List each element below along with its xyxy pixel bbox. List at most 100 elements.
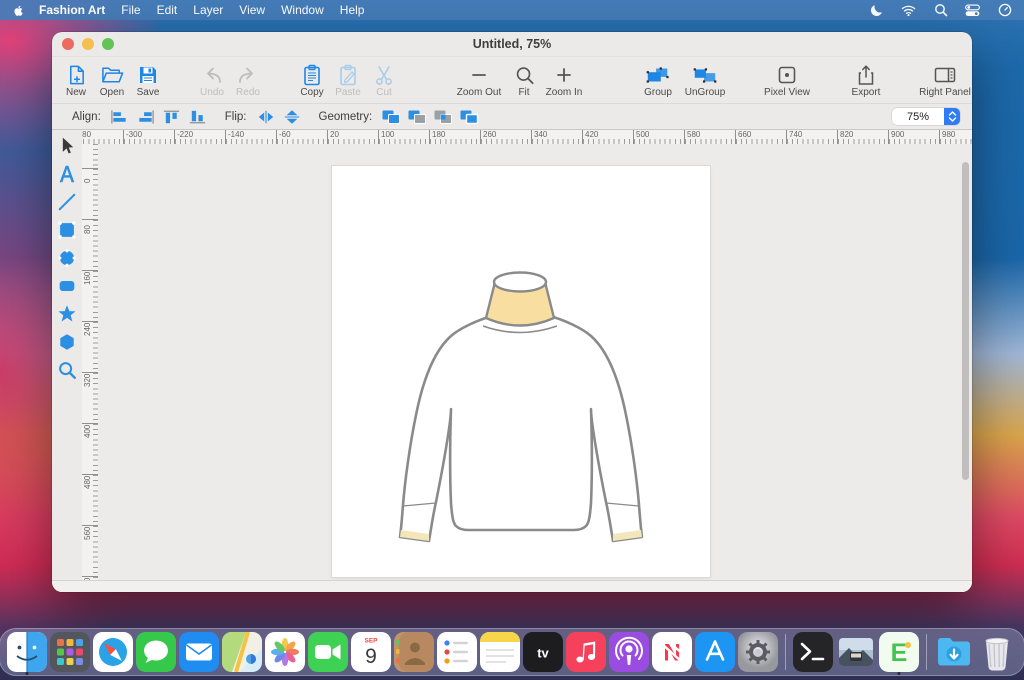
dock-launchpad[interactable] <box>50 632 90 672</box>
dock-maps[interactable] <box>222 632 262 672</box>
subtract-button[interactable] <box>405 108 429 126</box>
dock-contacts[interactable] <box>394 632 434 672</box>
dock-notes[interactable] <box>480 632 520 672</box>
group-button[interactable]: Group <box>640 63 676 98</box>
dock-messages[interactable] <box>136 632 176 672</box>
zoom-out-button[interactable]: Zoom Out <box>461 63 497 98</box>
star-tool[interactable] <box>54 302 80 326</box>
apple-menu-icon[interactable] <box>12 4 25 17</box>
align-left-button[interactable] <box>108 108 132 126</box>
h-ruler-tick: -220 <box>174 130 225 144</box>
cut-icon <box>374 63 394 87</box>
dock-system-preferences[interactable] <box>738 632 778 672</box>
export-button[interactable]: Export <box>848 63 884 98</box>
pixel-view-icon <box>776 63 798 87</box>
copy-button[interactable]: Copy <box>294 63 330 98</box>
control-center-icon[interactable] <box>965 3 980 18</box>
cut-label: Cut <box>376 87 392 98</box>
dock-app-store[interactable] <box>695 632 735 672</box>
vertical-scrollbar[interactable] <box>962 162 969 480</box>
zoom-tool[interactable] <box>54 358 80 382</box>
dock-tv[interactable]: tv <box>523 632 563 672</box>
right-panel-button[interactable]: Right Panel <box>927 63 963 98</box>
dock-photos[interactable] <box>265 632 305 672</box>
collar-opening <box>494 273 546 292</box>
menu-bar: Fashion Art File Edit Layer View Window Help <box>0 0 1024 20</box>
dock-news[interactable]: N <box>652 632 692 672</box>
do-not-disturb-icon[interactable] <box>869 3 884 18</box>
siri-icon[interactable] <box>997 3 1012 18</box>
menu-file[interactable]: File <box>121 3 140 17</box>
polygon-tool[interactable] <box>54 330 80 354</box>
menu-window[interactable]: Window <box>281 3 324 17</box>
dock-terminal[interactable] <box>793 632 833 672</box>
new-button[interactable]: New <box>58 63 94 98</box>
v-ruler-tick: 80 <box>82 219 98 270</box>
dock-finder[interactable] <box>7 632 47 672</box>
align-bottom-button[interactable] <box>186 108 210 126</box>
h-ruler-tick: 500 <box>633 130 684 144</box>
main-toolbar: NewOpenSaveUndoRedoCopyPasteCutZoom OutF… <box>52 57 972 104</box>
dock-safari[interactable] <box>93 632 133 672</box>
zoom-in-icon <box>554 63 574 87</box>
h-ruler-tick: 420 <box>582 130 633 144</box>
menu-layer[interactable]: Layer <box>193 3 223 17</box>
menu-help[interactable]: Help <box>340 3 365 17</box>
dock-music[interactable] <box>566 632 606 672</box>
v-ruler-tick: 160 <box>82 270 98 321</box>
open-label: Open <box>100 87 124 98</box>
flip-horizontal-button[interactable] <box>254 108 278 126</box>
h-ruler-tick: -140 <box>225 130 276 144</box>
rectangle-tool[interactable] <box>54 218 80 242</box>
dock-podcasts[interactable] <box>609 632 649 672</box>
spotlight-icon[interactable] <box>933 3 948 18</box>
v-ruler-tick: 240 <box>82 321 98 372</box>
open-button[interactable]: Open <box>94 63 130 98</box>
turtleneck-sweater-drawing[interactable] <box>332 166 710 577</box>
wifi-icon[interactable] <box>901 3 916 18</box>
dock-reminders[interactable] <box>437 632 477 672</box>
pixel-view-button[interactable]: Pixel View <box>769 63 805 98</box>
rounded-rect-tool[interactable] <box>54 274 80 298</box>
svg-text:SEP: SEP <box>364 638 378 645</box>
zoom-level-select[interactable]: 75% <box>892 108 960 125</box>
title-bar[interactable]: Untitled, 75% <box>52 32 972 57</box>
artboard[interactable] <box>332 166 710 577</box>
dock-trash[interactable] <box>977 632 1017 672</box>
exclude-button[interactable] <box>457 108 481 126</box>
dock-facetime[interactable] <box>308 632 348 672</box>
new-label: New <box>66 87 86 98</box>
dock-fashion-art-app[interactable]: E <box>879 632 919 672</box>
active-app-name[interactable]: Fashion Art <box>39 3 105 17</box>
h-ruler-tick: -380 <box>82 130 123 144</box>
save-button[interactable]: Save <box>130 63 166 98</box>
ungroup-button[interactable]: UnGroup <box>687 63 723 98</box>
menu-view[interactable]: View <box>239 3 265 17</box>
fit-button[interactable]: Fit <box>506 63 542 98</box>
canvas-area[interactable] <box>98 144 972 580</box>
text-tool[interactable] <box>54 162 80 186</box>
copy-label: Copy <box>300 87 323 98</box>
dock-minimized-window[interactable] <box>836 632 876 672</box>
zoom-in-button[interactable]: Zoom In <box>546 63 582 98</box>
menu-edit[interactable]: Edit <box>157 3 178 17</box>
fit-label: Fit <box>518 87 529 98</box>
ellipse-tool[interactable] <box>54 246 80 270</box>
paste-label: Paste <box>335 87 361 98</box>
h-ruler-tick: 580 <box>684 130 735 144</box>
align-right-button[interactable] <box>134 108 158 126</box>
pixel-view-label: Pixel View <box>764 87 810 98</box>
select-tool[interactable] <box>54 134 80 158</box>
zoom-out-label: Zoom Out <box>457 87 501 98</box>
dock-downloads[interactable] <box>934 632 974 672</box>
dock-mail[interactable] <box>179 632 219 672</box>
v-ruler-tick: 560 <box>82 525 98 576</box>
union-button[interactable] <box>379 108 403 126</box>
align-label: Align: <box>72 111 101 123</box>
paste-button: Paste <box>330 63 366 98</box>
flip-vertical-button[interactable] <box>280 108 304 126</box>
line-tool[interactable] <box>54 190 80 214</box>
intersect-button[interactable] <box>431 108 455 126</box>
dock-calendar[interactable]: SEP9 <box>351 632 391 672</box>
align-top-button[interactable] <box>160 108 184 126</box>
